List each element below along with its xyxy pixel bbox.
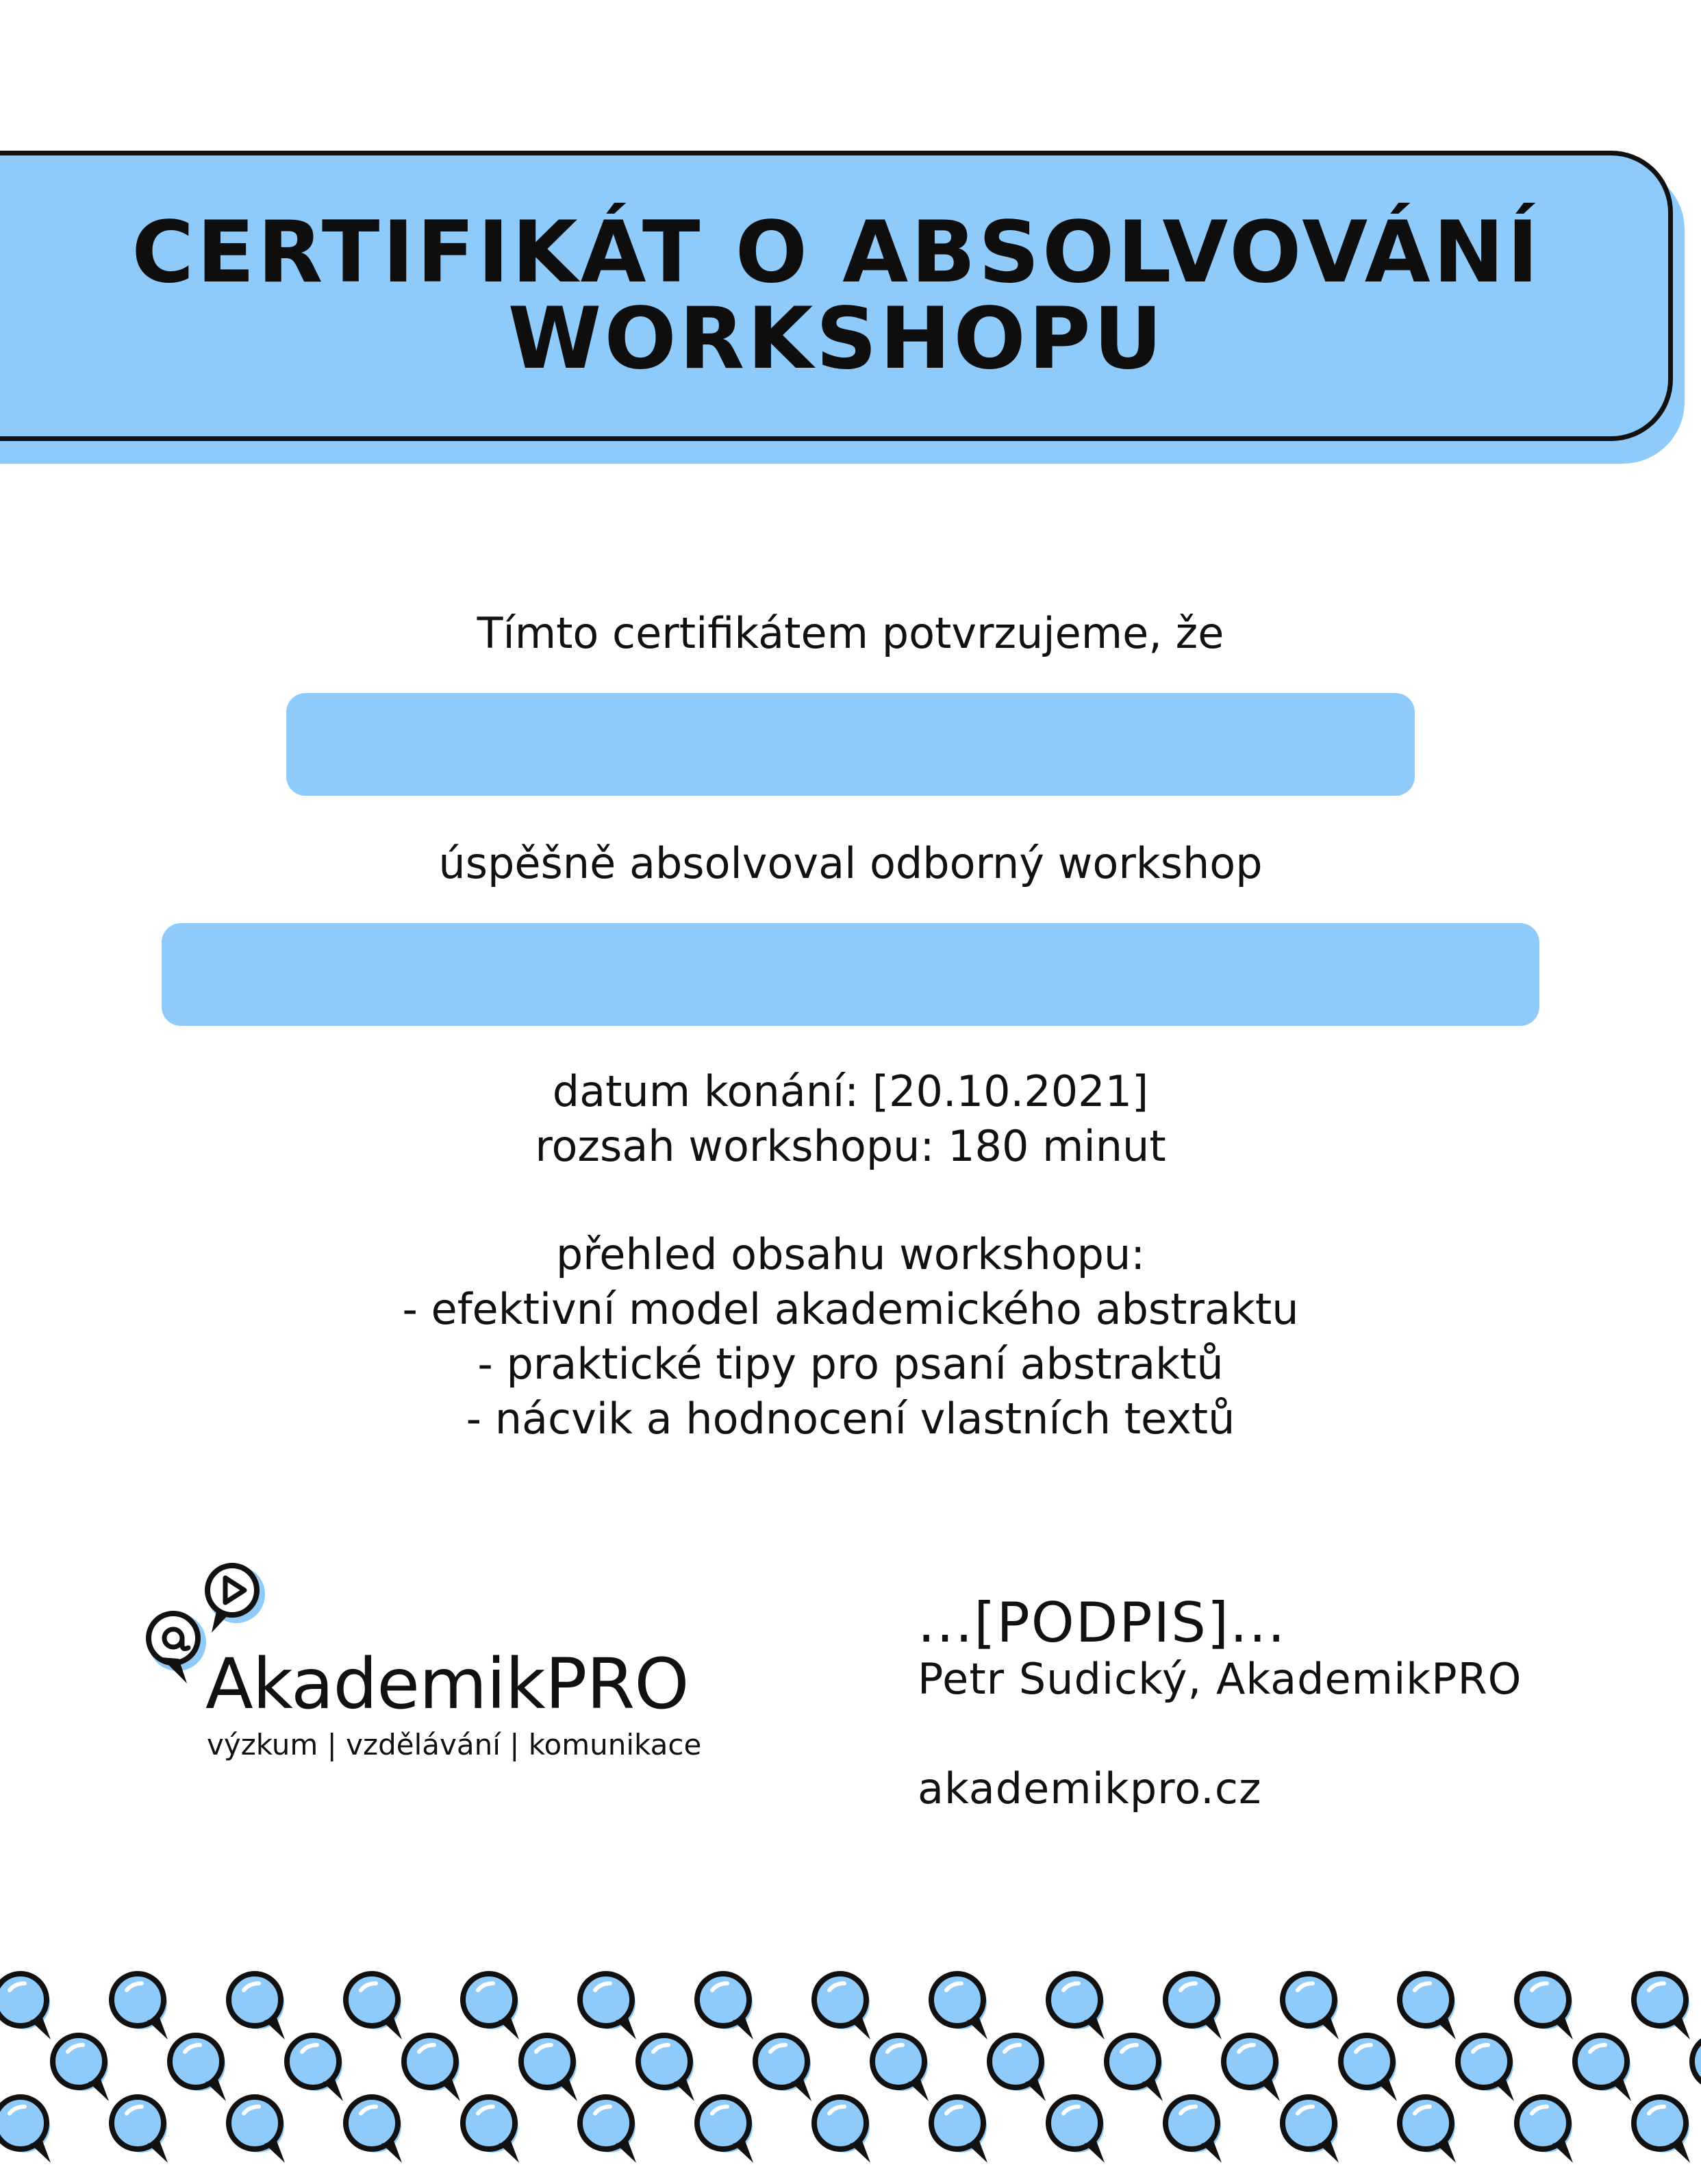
speech-bubble-icon	[1107, 2035, 1163, 2101]
speech-bubble-icon	[1400, 1974, 1456, 2039]
speech-bubble-icon	[814, 2097, 870, 2163]
speech-bubble-icon	[872, 2035, 929, 2101]
speech-bubble-icon	[1692, 2035, 1701, 2101]
speech-bubble-icon	[697, 1974, 753, 2039]
speech-bubble-icon	[1458, 2035, 1514, 2101]
speech-bubble-icon	[1166, 1974, 1222, 2039]
speech-bubble-icon	[580, 1974, 636, 2039]
speech-bubble-icon	[1048, 2097, 1105, 2163]
speech-bubble-icon	[580, 2097, 636, 2163]
title-line-1: CERTIFIKÁT O ABSOLVOVÁNÍ	[131, 203, 1541, 302]
speech-bubble-icon	[1283, 1974, 1339, 2039]
speech-bubble-icon	[931, 2097, 987, 2163]
speech-bubble-icon	[931, 1974, 987, 2039]
duration-text: rozsah workshopu: 180 minut	[535, 1121, 1166, 1171]
speech-bubble-icon	[697, 2097, 753, 2163]
logo-tagline: výzkum | vzdělávání | komunikace	[207, 1728, 702, 1761]
speech-bubble-icon	[1283, 2097, 1339, 2163]
logo-wordmark: AkademikPRO	[205, 1644, 689, 1725]
certificate-page: CERTIFIKÁT O ABSOLVOVÁNÍ WORKSHOPU Tímto…	[0, 0, 1701, 2184]
certificate-title: CERTIFIKÁT O ABSOLVOVÁNÍ WORKSHOPU	[77, 210, 1541, 382]
overview-heading: přehled obsahu workshopu:	[555, 1229, 1146, 1279]
speech-bubble-icon	[1575, 2035, 1631, 2101]
signer-name: Petr Sudický, AkademikPRO	[918, 1654, 1522, 1704]
overview-item: - praktické tipy pro psaní abstraktů	[477, 1339, 1224, 1389]
speech-bubble-icon	[1517, 2097, 1573, 2163]
speech-bubble-icon	[1166, 2097, 1222, 2163]
speech-bubble-icon	[463, 2097, 519, 2163]
play-speech-bubble-icon	[205, 1563, 265, 1633]
title-line-2: WORKSHOPU	[507, 290, 1166, 388]
workshop-name-field[interactable]	[162, 923, 1539, 1026]
speech-bubble-icon	[1224, 2035, 1280, 2101]
speech-bubble-icon	[463, 1974, 519, 2039]
speech-bubble-icon	[1634, 2097, 1690, 2163]
title-banner: CERTIFIKÁT O ABSOLVOVÁNÍ WORKSHOPU	[0, 151, 1673, 441]
signature-placeholder: ...[PODPIS]...	[918, 1591, 1287, 1655]
intro-text: Tímto certifikátem potvrzujeme, že	[477, 608, 1224, 658]
date-text: datum konání: [20.10.2021]	[552, 1066, 1149, 1116]
speech-bubble-icon	[53, 2035, 109, 2101]
speech-bubble-pattern	[0, 1959, 1701, 2184]
speech-bubble-icon	[0, 1974, 51, 2039]
speech-bubble-icon	[229, 1974, 285, 2039]
overview-item: - nácvik a hodnocení vlastních textů	[466, 1394, 1235, 1444]
speech-bubble-icon	[229, 2097, 285, 2163]
speech-bubble-icon	[990, 2035, 1046, 2101]
speech-bubble-icon	[521, 2035, 577, 2101]
speech-bubble-icon	[1048, 1974, 1105, 2039]
at-sign-speech-bubble-icon	[146, 1611, 206, 1683]
website-link[interactable]: akademikpro.cz	[918, 1761, 1262, 1816]
workshop-overview: přehled obsahu workshopu: - efektivní mo…	[0, 1227, 1701, 1446]
speech-bubble-icon	[638, 2035, 694, 2101]
speech-bubble-icon	[112, 1974, 168, 2039]
completion-text: úspěšně absolvoval odborný workshop	[438, 838, 1263, 888]
speech-bubble-icon	[814, 1974, 870, 2039]
speech-bubble-icon	[1400, 2097, 1456, 2163]
speech-bubble-icon	[287, 2035, 343, 2101]
speech-bubble-icon	[1634, 1974, 1690, 2039]
participant-name-field[interactable]	[286, 693, 1415, 796]
speech-bubble-icon	[755, 2035, 811, 2101]
speech-bubble-icon	[346, 1974, 402, 2039]
speech-bubble-icon	[1341, 2035, 1397, 2101]
workshop-details: datum konání: [20.10.2021] rozsah worksh…	[0, 1064, 1701, 1174]
speech-bubble-icon	[0, 2097, 51, 2163]
overview-item: - efektivní model akademického abstraktu	[402, 1284, 1299, 1334]
speech-bubble-icon	[112, 2097, 168, 2163]
speech-bubble-icon	[170, 2035, 226, 2101]
speech-bubble-icon	[404, 2035, 460, 2101]
speech-bubble-icon	[1517, 1974, 1573, 2039]
speech-bubble-icon	[346, 2097, 402, 2163]
